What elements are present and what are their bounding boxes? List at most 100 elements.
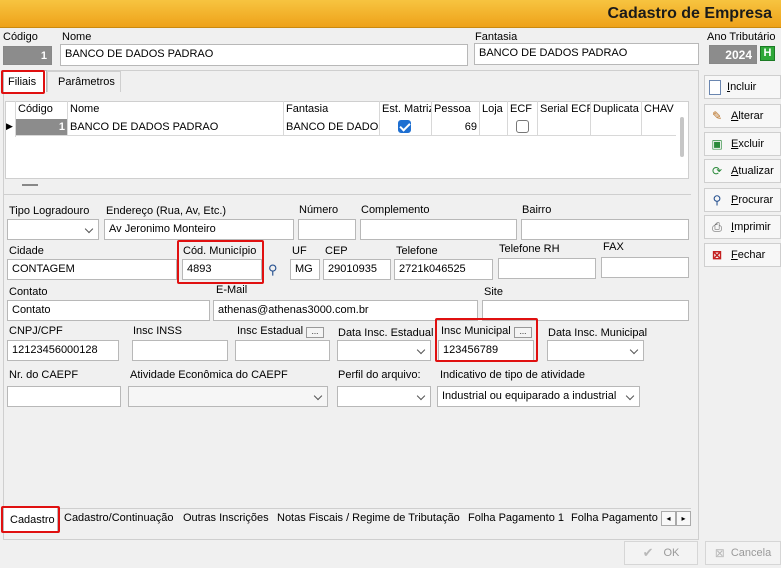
ok-button[interactable]: ✔ OK — [624, 541, 698, 565]
ano-tributario-field[interactable]: 2024 — [709, 45, 757, 64]
col-header-codigo[interactable]: Código — [16, 101, 68, 119]
endereco-label: Endereço (Rua, Av, Etc.) — [106, 205, 227, 217]
contato-field[interactable]: Contato — [7, 300, 210, 321]
perfil-arquivo-label: Perfil do arquivo: — [338, 369, 421, 381]
tab-filiais-label: Filiais — [8, 76, 37, 88]
bairro-label: Bairro — [522, 204, 552, 216]
atividade-caepf-select[interactable] — [128, 386, 328, 407]
cancel-icon: ⊠ — [714, 546, 725, 560]
data-insc-estadual-picker[interactable] — [337, 340, 431, 361]
nome-field[interactable]: BANCO DE DADOS PADRAO — [60, 44, 468, 66]
col-header-serial-ecf[interactable]: Serial ECF — [538, 101, 591, 119]
ecf-checkbox[interactable] — [516, 120, 529, 133]
tabs-scroll-left-button[interactable]: ◂ — [661, 511, 676, 526]
codigo-label: Código — [3, 31, 38, 43]
fantasia-field[interactable]: BANCO DE DADOS PADRAO — [474, 43, 699, 65]
cell-ecf[interactable] — [508, 119, 538, 136]
tab-folha-pagamento-2[interactable]: Folha Pagamento — [571, 512, 658, 524]
telefone-field[interactable]: 2721k046525 — [394, 259, 493, 280]
cell-serial-ecf[interactable] — [538, 119, 591, 136]
fechar-button[interactable]: ⊠ Fechar — [704, 243, 781, 267]
printer-icon: ⎙ — [712, 220, 722, 234]
imprimir-button[interactable]: ⎙ Imprimir — [704, 215, 781, 239]
bottom-tabs-line — [3, 508, 691, 509]
cep-field[interactable]: 29010935 — [323, 259, 391, 280]
alterar-button[interactable]: ✎ Alterar — [704, 104, 781, 128]
site-field[interactable] — [482, 300, 689, 321]
tab-cadastro[interactable]: Cadastro — [3, 508, 58, 532]
tab-folha-pagamento-1[interactable]: Folha Pagamento 1 — [468, 512, 564, 524]
cod-municipio-field[interactable]: 4893 — [182, 259, 262, 280]
cell-est-matriz[interactable] — [380, 119, 432, 136]
telefone-rh-field[interactable] — [498, 258, 596, 279]
cancela-button[interactable]: ⊠ Cancela — [705, 541, 781, 565]
tabs-scroll-right-button[interactable]: ▸ — [676, 511, 691, 526]
codigo-field[interactable]: 1 — [3, 46, 52, 65]
tab-outras-inscricoes[interactable]: Outras Inscrições — [183, 512, 269, 524]
nome-label: Nome — [62, 31, 92, 43]
insc-inss-label: Insc INSS — [133, 325, 182, 337]
cnpj-field[interactable]: 12123456000128 — [7, 340, 119, 361]
col-header-est-matriz[interactable]: Est. Matriz — [380, 101, 432, 119]
cell-nome[interactable]: BANCO DE DADOS PADRAO — [68, 119, 284, 136]
insc-inss-field[interactable] — [132, 340, 228, 361]
fax-field[interactable] — [601, 257, 689, 278]
insc-estadual-more-button[interactable]: ... — [306, 327, 324, 338]
document-icon — [709, 79, 721, 95]
telefone-label: Telefone — [396, 245, 438, 257]
email-field[interactable]: athenas@athenas3000.com.br — [213, 300, 478, 321]
grid-vertical-scrollbar[interactable] — [680, 117, 684, 157]
col-header-duplicata[interactable]: Duplicata — [591, 101, 642, 119]
col-header-ecf[interactable]: ECF — [508, 101, 538, 119]
numero-label: Número — [299, 204, 339, 216]
endereco-field[interactable]: Av Jeronimo Monteiro — [104, 219, 294, 240]
tab-parametros[interactable]: Parâmetros — [47, 71, 121, 92]
current-row-arrow-icon: ▶ — [6, 121, 13, 131]
binoculars-icon: ⚲ — [712, 193, 722, 207]
cell-chave[interactable] — [642, 119, 676, 136]
cell-loja[interactable] — [480, 119, 508, 136]
close-icon: ⊠ — [711, 248, 723, 262]
cell-codigo[interactable]: 1 — [16, 119, 68, 136]
insc-estadual-label: Insc Estadual — [237, 325, 304, 337]
splitter-handle[interactable] — [22, 184, 38, 186]
col-header-pessoa[interactable]: Pessoa — [432, 101, 480, 119]
fantasia-label: Fantasia — [475, 31, 518, 43]
binoculars-icon[interactable]: ⚲ — [268, 262, 278, 278]
atualizar-button[interactable]: ⟳ Atualizar — [704, 159, 781, 183]
cnpj-label: CNPJ/CPF — [9, 325, 63, 337]
cell-fantasia[interactable]: BANCO DE DADOS — [284, 119, 380, 136]
cell-pessoa[interactable]: 69 — [432, 119, 480, 136]
atividade-caepf-label: Atividade Econômica do CAEPF — [130, 369, 288, 381]
tab-cadastro-continuacao[interactable]: Cadastro/Continuação — [64, 512, 173, 524]
bairro-field[interactable] — [521, 219, 689, 240]
tab-notas-fiscais[interactable]: Notas Fiscais / Regime de Tributação — [277, 512, 460, 524]
cod-municipio-label: Cód. Município — [183, 245, 257, 257]
caepf-field[interactable] — [7, 386, 121, 407]
indicativo-atividade-select[interactable]: Industrial ou equiparado a industrial — [437, 386, 640, 407]
ano-history-button[interactable]: H — [760, 46, 775, 61]
insc-municipal-more-button[interactable]: ... — [514, 327, 532, 338]
procurar-button[interactable]: ⚲ Procurar — [704, 188, 781, 212]
col-header-fantasia[interactable]: Fantasia — [284, 101, 380, 119]
insc-municipal-field[interactable]: 123456789 — [438, 340, 534, 361]
uf-field[interactable]: MG — [290, 259, 320, 280]
cidade-field[interactable]: CONTAGEM — [7, 259, 177, 280]
complemento-field[interactable] — [360, 219, 517, 240]
data-insc-municipal-picker[interactable] — [547, 340, 644, 361]
insc-municipal-label: Insc Municipal — [441, 325, 511, 337]
tab-filiais[interactable]: Filiais — [3, 70, 47, 92]
numero-field[interactable] — [298, 219, 356, 240]
cell-duplicata[interactable] — [591, 119, 642, 136]
perfil-arquivo-select[interactable] — [337, 386, 431, 407]
incluir-button[interactable]: Incluir — [704, 75, 781, 99]
tab-cadastro-label: Cadastro — [10, 514, 55, 526]
est-matriz-checkbox[interactable] — [398, 120, 411, 133]
tipo-logradouro-select[interactable] — [7, 219, 99, 240]
col-header-loja[interactable]: Loja — [480, 101, 508, 119]
col-header-chave[interactable]: CHAV — [642, 101, 676, 119]
col-header-nome[interactable]: Nome — [68, 101, 284, 119]
insc-estadual-field[interactable] — [235, 340, 330, 361]
excluir-button[interactable]: ▣ Excluir — [704, 132, 781, 156]
indicativo-atividade-label: Indicativo de tipo de atividade — [440, 369, 585, 381]
